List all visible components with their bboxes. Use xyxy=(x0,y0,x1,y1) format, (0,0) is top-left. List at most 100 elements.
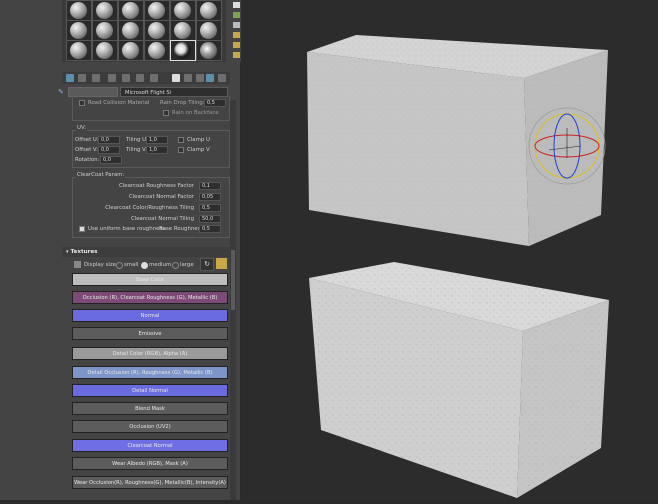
textures-rollout-header[interactable]: ▾ Textures xyxy=(62,247,230,257)
panel-scrollbar[interactable] xyxy=(230,100,236,500)
clearcoat-roughness-factor-label: Clearcoat Roughness Factor xyxy=(119,183,194,189)
material-slot[interactable] xyxy=(92,40,118,61)
offset-v-label: Offset V: xyxy=(75,147,98,153)
clamp-v-label: Clamp V xyxy=(187,147,210,153)
texture-slot-clearcoat-normal-button[interactable]: Clearcoat Normal xyxy=(72,439,228,452)
sample-type-icon[interactable] xyxy=(233,2,240,8)
uniform-base-roughness-checkbox[interactable] xyxy=(79,226,85,232)
size-large-radio[interactable] xyxy=(172,262,179,269)
texture-slot-blend-mask-button[interactable]: Blend Mask xyxy=(72,402,228,415)
backlight-icon[interactable] xyxy=(233,12,240,18)
size-medium-radio[interactable] xyxy=(141,262,148,269)
material-slot[interactable] xyxy=(196,0,222,21)
go-forward-sibling-icon[interactable] xyxy=(218,74,226,82)
texture-slot-occlusion-uv2-button[interactable]: Occlusion (UV2) xyxy=(72,420,228,433)
material-slot[interactable] xyxy=(66,0,92,21)
tiling-v-value: 1,0 xyxy=(149,147,157,153)
road-collision-checkbox[interactable] xyxy=(79,100,85,106)
top-box-mesh[interactable] xyxy=(307,35,608,246)
clearcoat-color-roughness-tiling-input[interactable]: 0,5 xyxy=(199,204,221,212)
offset-v-value: 0,0 xyxy=(101,147,109,153)
material-slot[interactable] xyxy=(144,0,170,21)
get-material-icon[interactable] xyxy=(66,74,74,82)
texture-slot-base-color-button[interactable]: Base Color xyxy=(72,273,228,286)
clearcoat-normal-tiling-input[interactable]: 50,0 xyxy=(199,215,221,223)
clearcoat-color-roughness-tiling-value: 0,5 xyxy=(202,205,210,211)
material-sphere-icon xyxy=(122,2,139,19)
material-slot[interactable] xyxy=(118,20,144,41)
material-slot[interactable] xyxy=(118,40,144,61)
material-slot[interactable] xyxy=(144,20,170,41)
clearcoat-roughness-factor-input[interactable]: 0,1 xyxy=(199,182,221,190)
clamp-v-checkbox[interactable] xyxy=(178,147,184,153)
go-to-parent-icon[interactable] xyxy=(206,74,214,82)
texture-slot-occlusion-clearcoat-metallic-button[interactable]: Occlusion (R), Clearcoat Roughness (G), … xyxy=(72,291,228,304)
rotation-value: 0,0 xyxy=(103,157,111,163)
material-sphere-icon xyxy=(148,2,165,19)
material-slot[interactable] xyxy=(144,40,170,61)
texture-slot-wear-albedo-button[interactable]: Wear Albedo (RGB), Mask (A) xyxy=(72,457,228,470)
texture-slot-wear-occlusion-button[interactable]: Wear Occlusion(R), Roughness(G), Metalli… xyxy=(72,476,228,489)
material-slot[interactable] xyxy=(66,20,92,41)
tiling-v-input[interactable]: 1,0 xyxy=(146,146,168,154)
uv-tiling-icon[interactable] xyxy=(233,32,240,38)
scrollbar-thumb[interactable] xyxy=(231,250,235,310)
material-slot[interactable] xyxy=(92,20,118,41)
texture-slot-normal-button[interactable]: Normal xyxy=(72,309,228,322)
size-small-radio[interactable] xyxy=(116,262,123,269)
reset-map-icon[interactable] xyxy=(108,74,116,82)
put-to-scene-icon[interactable] xyxy=(78,74,86,82)
material-slot[interactable] xyxy=(196,40,222,61)
material-slot[interactable] xyxy=(118,0,144,21)
rain-drop-tiling-input[interactable]: 0,5 xyxy=(204,99,226,107)
folder-icon[interactable] xyxy=(216,258,227,269)
material-slot[interactable] xyxy=(66,40,92,61)
material-slot-selected[interactable] xyxy=(170,40,196,61)
put-to-library-icon[interactable] xyxy=(150,74,158,82)
rain-backface-checkbox[interactable] xyxy=(163,110,169,116)
texture-slot-detail-color-button[interactable]: Detail Color (RGB), Alpha (A) xyxy=(72,347,228,360)
size-medium-label: medium xyxy=(149,262,172,268)
texture-slot-label: Occlusion (R), Clearcoat Roughness (G), … xyxy=(82,295,218,301)
assign-material-icon[interactable] xyxy=(92,74,100,82)
texture-slot-label: Base Color xyxy=(136,277,164,283)
material-slot[interactable] xyxy=(170,0,196,21)
bottom-box-mesh[interactable] xyxy=(309,262,609,498)
material-slot[interactable] xyxy=(170,20,196,41)
material-slot[interactable] xyxy=(92,0,118,21)
material-sphere-icon xyxy=(174,22,191,39)
texture-slot-emissive-button[interactable]: Emissive xyxy=(72,327,228,340)
clearcoat-normal-factor-input[interactable]: 0,05 xyxy=(199,193,221,201)
texture-slot-label: Clearcoat Normal xyxy=(127,443,173,449)
show-shaded-icon[interactable] xyxy=(184,74,192,82)
offset-v-input[interactable]: 0,0 xyxy=(98,146,120,154)
options-icon[interactable] xyxy=(233,42,240,48)
texture-slot-detail-occlusion-button[interactable]: Detail Occlusion (R), Roughness (G), Met… xyxy=(72,366,228,379)
texture-slot-label: Blend Mask xyxy=(135,406,165,412)
rotation-label: Rotation: xyxy=(75,157,100,163)
background-icon[interactable] xyxy=(233,22,240,28)
copy-material-icon[interactable] xyxy=(122,74,130,82)
material-sphere-icon xyxy=(122,42,139,59)
material-sphere-icon xyxy=(200,42,217,59)
base-roughness-value: 0,5 xyxy=(202,226,210,232)
clamp-u-checkbox[interactable] xyxy=(178,137,184,143)
base-roughness-input[interactable]: 0,5 xyxy=(199,225,221,233)
pick-material-icon[interactable] xyxy=(233,52,240,58)
make-unique-icon[interactable] xyxy=(136,74,144,82)
texture-slot-detail-normal-button[interactable]: Detail Normal xyxy=(72,384,228,397)
offset-u-input[interactable]: 0,0 xyxy=(98,136,120,144)
show-end-result-icon[interactable] xyxy=(196,74,204,82)
clamp-u-label: Clamp U xyxy=(187,137,210,143)
tiling-v-label: Tiling V: xyxy=(126,147,148,153)
refresh-icon[interactable]: ↻ xyxy=(200,258,214,271)
material-slot[interactable] xyxy=(196,20,222,41)
material-id-icon[interactable] xyxy=(172,74,180,82)
tiling-u-input[interactable]: 1,0 xyxy=(146,136,168,144)
panel-gutter xyxy=(0,0,62,500)
rotation-input[interactable]: 0,0 xyxy=(100,156,122,164)
eyedropper-icon[interactable]: ✎ xyxy=(58,88,66,96)
tiling-u-label: Tiling U: xyxy=(126,137,148,143)
road-collision-label: Road Collision Material xyxy=(88,100,150,106)
viewport-3d[interactable] xyxy=(241,0,658,500)
